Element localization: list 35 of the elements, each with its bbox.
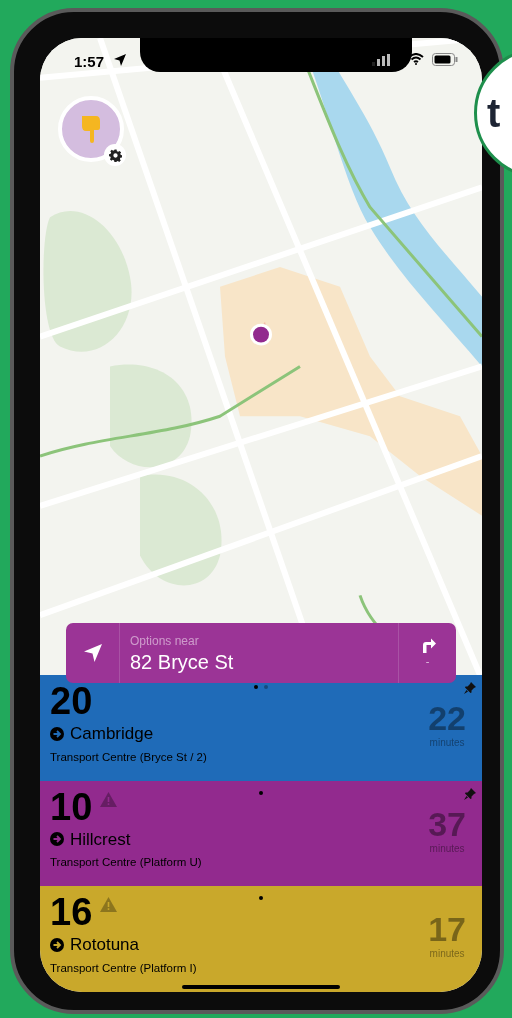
stop-name: Transport Centre (Platform U): [50, 855, 203, 871]
options-near-label: Options near: [130, 633, 200, 650]
destination: Cambridge: [70, 723, 154, 745]
location-marker[interactable]: [250, 321, 272, 346]
route-number: 10: [50, 788, 93, 825]
minutes-value: 37: [428, 806, 466, 841]
arrow-right-icon: [50, 726, 64, 741]
destination: Hillcrest: [70, 828, 131, 851]
route-number: 20: [50, 683, 93, 719]
status-time: 1:57: [74, 52, 105, 72]
arrow-right-icon: [50, 832, 64, 847]
minutes-label: minutes: [429, 841, 465, 856]
minutes-label: minutes: [429, 947, 465, 962]
departure-card[interactable]: 16 Rototuna Transport Centre (Platform I) 17 minutes: [40, 886, 482, 992]
settings-icon: [108, 148, 122, 162]
destination: Rototuna: [70, 934, 139, 957]
pin-icon[interactable]: [464, 787, 476, 800]
minutes-value: 22: [428, 701, 466, 735]
stop-name: Transport Centre (Platform I): [50, 960, 198, 976]
departure-card[interactable]: 20 Cambridge Transport Centre (Bryce St / 2) 22 minutes: [40, 675, 482, 781]
address-text: 82 Bryce St: [130, 650, 235, 674]
logo-letter: t: [487, 90, 501, 137]
location-arrow-icon: [114, 54, 126, 66]
stop-name: Transport Centre (Bryce St / 2): [50, 749, 208, 765]
minutes-label: minutes: [429, 736, 465, 750]
pin-icon[interactable]: [464, 682, 476, 694]
directions-value: -: [425, 653, 430, 669]
minutes-value: 17: [428, 912, 466, 947]
wifi-icon: [408, 53, 424, 65]
route-number: 16: [50, 894, 93, 931]
location-bar[interactable]: Options near 82 Bryce St -: [66, 623, 456, 683]
navigation-arrow-icon[interactable]: [83, 644, 102, 662]
signal-icon: [372, 54, 390, 66]
arrow-right-icon: [50, 938, 64, 953]
battery-icon: [432, 53, 458, 66]
